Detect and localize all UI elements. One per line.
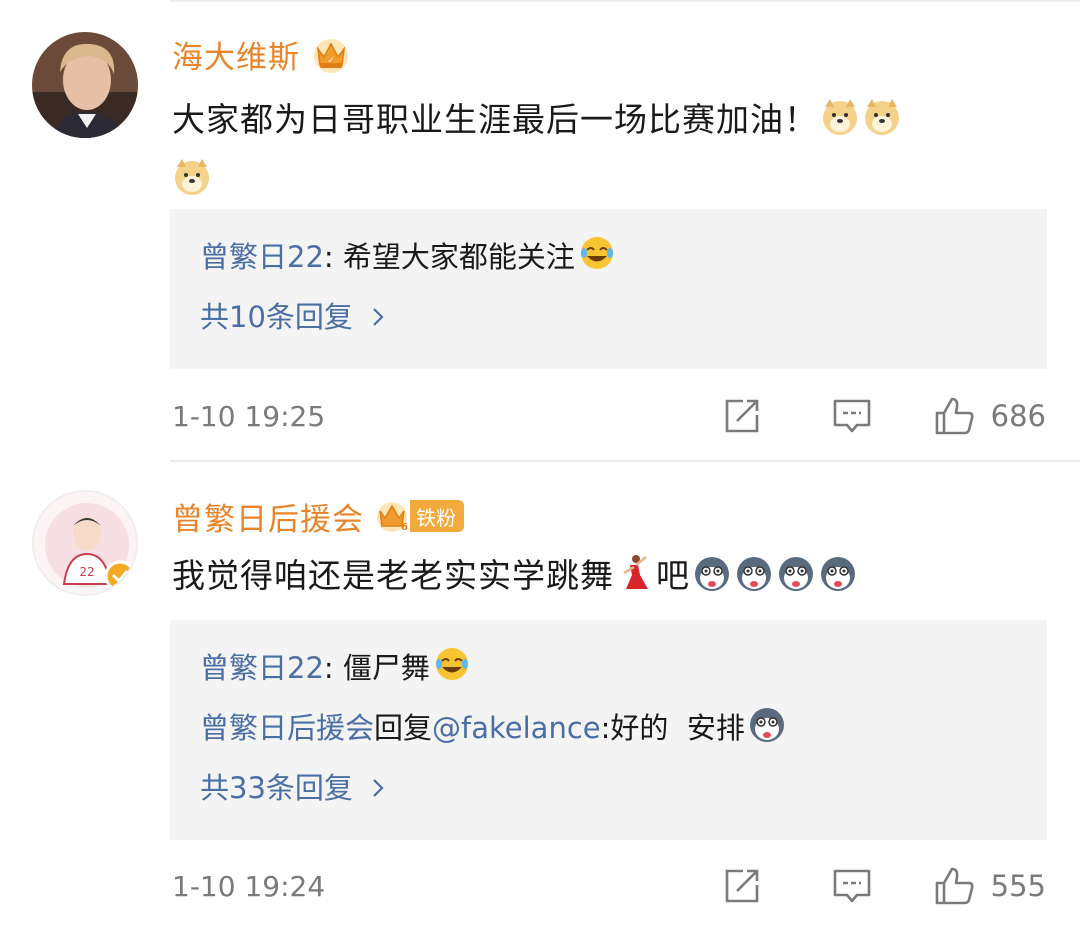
like-icon xyxy=(935,867,974,905)
reply-separator: : xyxy=(323,651,343,685)
divider xyxy=(170,0,1080,2)
reply-separator: : xyxy=(323,240,343,274)
comment-item: 海大维斯 ✓ 大家都为日哥职业生涯最后一场比赛加油！ 曾繁日22: 希望大家都能… xyxy=(0,0,1080,462)
like-count: 555 xyxy=(990,869,1046,903)
svg-text:✓: ✓ xyxy=(327,56,335,66)
husky-emoji-icon xyxy=(695,557,729,591)
chevron-right-icon xyxy=(373,308,384,326)
svg-text:6: 6 xyxy=(401,522,408,533)
share-icon xyxy=(725,399,758,433)
doge-emoji-icon xyxy=(175,159,209,195)
comment-item: 22 曾繁日后援会 6 铁粉 我觉得咱还是老老实实学跳舞 吧 曾繁日22: 僵尸舞… xyxy=(0,462,1080,934)
reply-line: 曾繁日22: 希望大家都能关注 xyxy=(200,227,1017,287)
more-replies-link[interactable]: 共10条回复 xyxy=(200,287,1017,347)
share-button[interactable] xyxy=(721,865,763,907)
comment-icon xyxy=(833,399,870,433)
share-icon xyxy=(725,869,758,903)
timestamp: 1-10 19:24 xyxy=(172,869,326,903)
reply-username[interactable]: 曾繁日22 xyxy=(200,651,324,685)
svg-text:22: 22 xyxy=(79,565,94,579)
husky-emoji-icon xyxy=(737,557,771,591)
doge-emoji-icon xyxy=(823,99,857,135)
comment-body: 大家都为日哥职业生涯最后一场比赛加油！ xyxy=(172,100,818,139)
husky-emoji-icon xyxy=(779,557,813,591)
reply-text: 僵尸舞 xyxy=(342,651,430,685)
comment-meta: 1-10 19:25 686 xyxy=(172,391,1046,441)
reply-preview[interactable]: 曾繁日22: 僵尸舞 曾繁日后援会回复@fakelance:好的 安排 共33条… xyxy=(170,620,1047,840)
husky-emoji-icon xyxy=(821,557,855,591)
avatar[interactable] xyxy=(32,32,138,138)
like-icon xyxy=(935,397,974,435)
reply-username[interactable]: 曾繁日后援会 xyxy=(200,711,374,745)
comment-body-tail: 吧 xyxy=(656,556,690,595)
reply-preview[interactable]: 曾繁日22: 希望大家都能关注 共10条回复 xyxy=(170,209,1047,369)
dancer-emoji-icon xyxy=(623,555,648,589)
reply-text: 好的 安排 xyxy=(610,711,745,745)
chevron-right-icon xyxy=(373,779,384,797)
crown-icon: ✓ xyxy=(314,39,348,73)
doge-emoji-icon xyxy=(865,99,899,135)
comment-text: 大家都为日哥职业生涯最后一场比赛加油！ xyxy=(172,90,1030,210)
more-replies-label: 共33条回复 xyxy=(200,771,353,805)
comment-button[interactable] xyxy=(831,395,873,437)
username[interactable]: 曾繁日后援会 xyxy=(172,494,364,539)
laugh-cry-emoji-icon xyxy=(580,237,613,269)
comment-icon xyxy=(833,869,870,903)
more-replies-link[interactable]: 共33条回复 xyxy=(200,758,1017,818)
username[interactable]: 海大维斯 xyxy=(172,32,300,77)
reply-text: 希望大家都能关注 xyxy=(342,240,575,274)
reply-line: 曾繁日22: 僵尸舞 xyxy=(200,638,1017,698)
avatar[interactable]: 22 xyxy=(32,490,138,596)
mention-link[interactable]: @fakelance xyxy=(432,711,601,745)
comment-button[interactable] xyxy=(831,865,873,907)
fan-label: 铁粉 xyxy=(410,500,464,532)
reply-line: 曾繁日后援会回复@fakelance:好的 安排 xyxy=(200,698,1017,758)
like-button[interactable]: 555 xyxy=(933,865,1046,907)
husky-emoji-icon xyxy=(749,708,784,742)
crown-icon: 6 xyxy=(377,502,408,533)
comment-text: 我觉得咱还是老老实实学跳舞 吧 xyxy=(172,546,1030,606)
fan-badge[interactable]: 6 铁粉 xyxy=(374,497,464,535)
like-button[interactable]: 686 xyxy=(933,395,1046,437)
laugh-cry-emoji-icon xyxy=(435,648,468,680)
timestamp: 1-10 19:25 xyxy=(172,399,326,433)
more-replies-label: 共10条回复 xyxy=(200,300,353,334)
comment-meta: 1-10 19:24 555 xyxy=(172,861,1046,911)
share-button[interactable] xyxy=(721,395,763,437)
reply-separator: : xyxy=(600,711,611,745)
like-count: 686 xyxy=(990,399,1046,433)
reply-verb: 回复 xyxy=(374,711,433,745)
reply-username[interactable]: 曾繁日22 xyxy=(200,240,324,274)
comment-body: 我觉得咱还是老老实实学跳舞 xyxy=(172,556,614,595)
